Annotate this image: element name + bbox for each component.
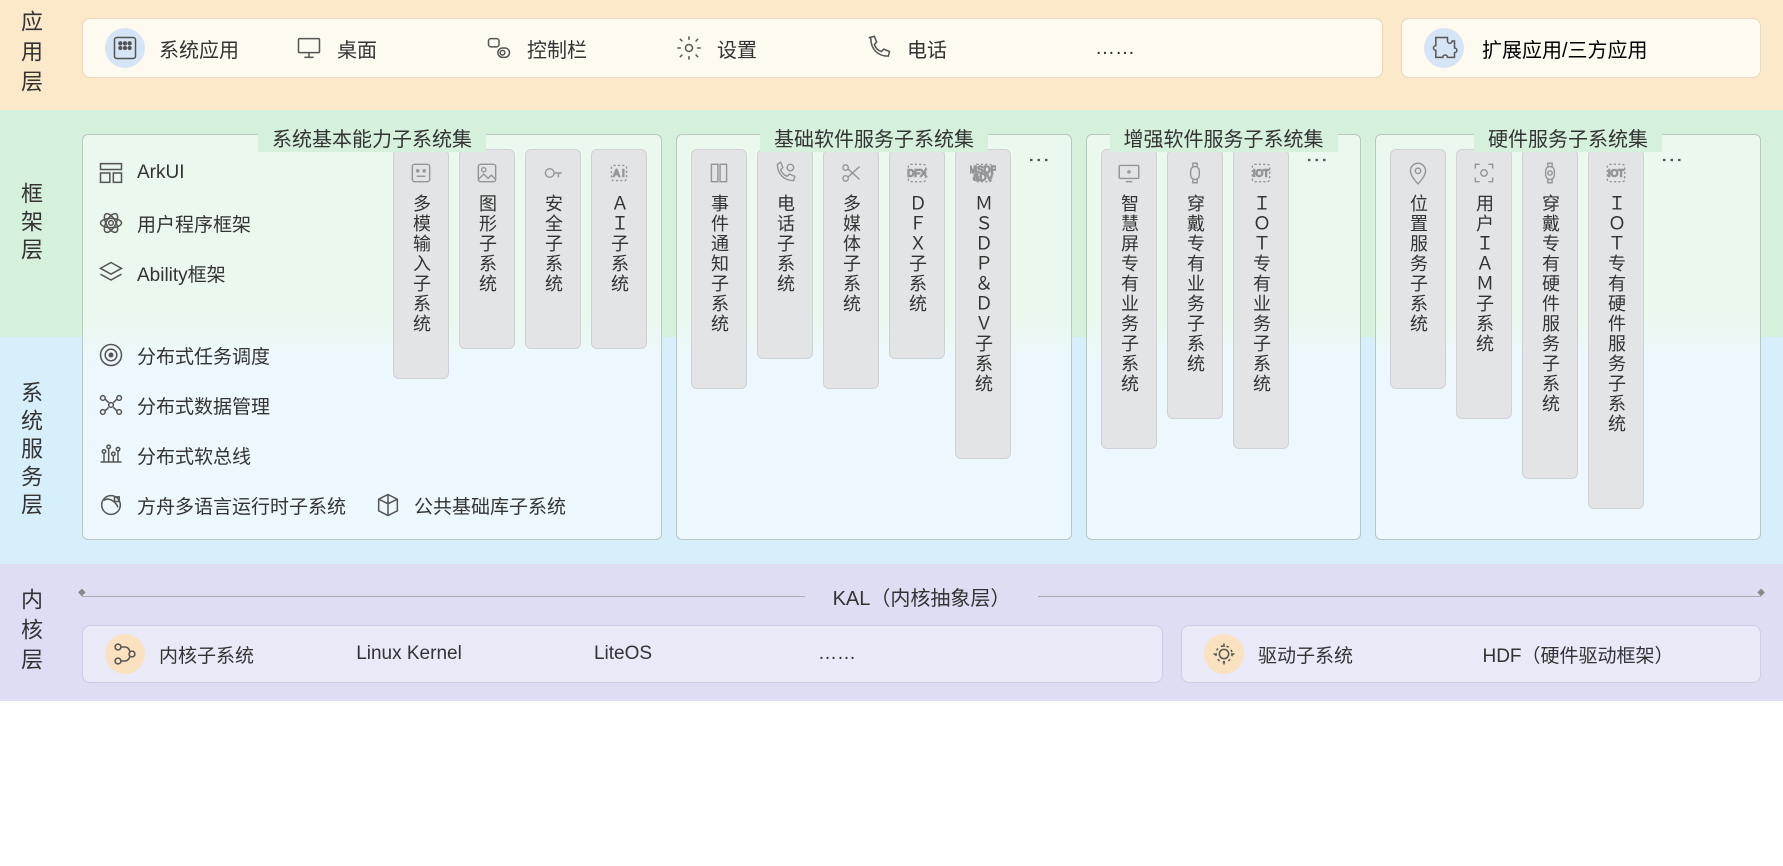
orbit-icon (97, 491, 125, 519)
arkui-item: ArkUI (97, 153, 379, 193)
graphics-card: 图形子系统 (459, 149, 515, 349)
image-icon (474, 160, 500, 186)
msdp-card: MSDP&DVＭＳＤＰ＆ＤＶ子系统 (955, 149, 1011, 459)
bus-icon (97, 441, 125, 469)
enhanced-more: ⋮ (1299, 149, 1335, 171)
iot-card: IOTＩＯＴ专有业务子系统 (1233, 149, 1289, 449)
base-software-group: 基础软件服务子系统集 事件通知子系统 电话子系统 多媒体子系统 DFXＤＦＸ子系… (676, 134, 1072, 540)
gear-icon (675, 34, 703, 62)
ai-icon: A I (606, 160, 632, 186)
wearable-hw-card: 穿戴专有硬件服务子系统 (1522, 149, 1578, 479)
driver-sub-item: 驱动子系统 (1204, 634, 1384, 674)
monitor-icon (295, 34, 323, 62)
target-icon (97, 341, 125, 369)
framework-layer-label: 框架层 (0, 110, 60, 337)
dfx-card: DFXＤＦＸ子系统 (889, 149, 945, 359)
app-layer-label: 应用层 (0, 0, 60, 110)
more-apps: …… (1055, 37, 1175, 60)
ability-framework-item: Ability框架 (97, 253, 379, 293)
svg-text:&DV: &DV (973, 173, 994, 184)
application-layer: 应用层 系统应用 桌面 控制栏 设置 (0, 0, 1783, 110)
security-card: 安全子系统 (525, 149, 581, 349)
input-icon (408, 160, 434, 186)
kernel-subsystem-box: 内核子系统 Linux Kernel LiteOS …… (82, 625, 1163, 683)
hdf-item: HDF（硬件驱动框架） (1418, 641, 1738, 668)
msdp-icon: MSDP&DV (970, 160, 996, 186)
location-card: 位置服务子系统 (1390, 149, 1446, 389)
scan-icon (1471, 160, 1497, 186)
kernel-more: …… (747, 643, 927, 665)
svg-text:IOT: IOT (1608, 168, 1624, 179)
atom-icon (97, 209, 125, 237)
phone-icon (865, 34, 893, 62)
system-apps-box: 系统应用 桌面 控制栏 设置 电话 (82, 18, 1383, 78)
framework-service-layers: 框架层 系统服务层 系统基本能力子系统集 ArkUI 用户程序框架 Abilit… (0, 110, 1783, 564)
base-sw-more: ⋮ (1021, 149, 1057, 171)
user-iam-card: 用户ＩＡＭ子系统 (1456, 149, 1512, 419)
multimedia-card: 多媒体子系统 (823, 149, 879, 389)
system-apps-label: 系统应用 (159, 34, 239, 63)
service-layer-label: 系统服务层 (0, 337, 60, 564)
wearable-card: 穿戴专有业务子系统 (1167, 149, 1223, 419)
control-icon (485, 34, 513, 62)
puzzle-icon (1424, 28, 1464, 68)
kernel-layer-label: 内核层 (0, 564, 60, 701)
liteos-item: LiteOS (533, 643, 713, 665)
pin-icon (1405, 160, 1431, 186)
iot-hw-card: IOTＩＯＴ专有硬件服务子系统 (1588, 149, 1644, 509)
hardware-service-group: 硬件服务子系统集 位置服务子系统 用户ＩＡＭ子系统 穿戴专有硬件服务子系统 IO… (1375, 134, 1761, 540)
ai-card: A IＡＩ子系统 (591, 149, 647, 349)
system-apps-item: 系统应用 (105, 28, 255, 68)
hardware-more: ⋮ (1654, 149, 1690, 171)
app-grid-icon (105, 28, 145, 68)
dist-sched-item: 分布式任务调度 (97, 335, 379, 375)
smart-screen-card: 智慧屏专有业务子系统 (1101, 149, 1157, 449)
basic-capability-group: 系统基本能力子系统集 ArkUI 用户程序框架 Ability框架 分布式任务调… (82, 134, 662, 540)
kernel-layer: 内核层 KAL（内核抽象层） 内核子系统 Linux Kernel LiteOS… (0, 564, 1783, 701)
phone-gear-icon (772, 160, 798, 186)
scissors-icon (838, 160, 864, 186)
extended-apps-box: 扩展应用/三方应用 (1401, 18, 1761, 78)
extended-apps-label: 扩展应用/三方应用 (1482, 34, 1648, 63)
phone-item: 电话 (865, 34, 1015, 63)
branch-icon (105, 634, 145, 674)
dfx-icon: DFX (904, 160, 930, 186)
dist-softbus-item: 分布式软总线 (97, 435, 379, 475)
iot-icon: IOT (1248, 160, 1274, 186)
kal-header: KAL（内核抽象层） (82, 582, 1761, 611)
tv-icon (1116, 160, 1142, 186)
svg-text:A I: A I (613, 168, 624, 179)
svg-text:IOT: IOT (1253, 168, 1269, 179)
telephony-card: 电话子系统 (757, 149, 813, 359)
desktop-item: 桌面 (295, 34, 445, 63)
nodes-icon (97, 391, 125, 419)
chip-icon (1204, 634, 1244, 674)
watch-hw-icon (1537, 160, 1563, 186)
enhanced-software-group: 增强软件服务子系统集 智慧屏专有业务子系统 穿戴专有业务子系统 IOTＩＯＴ专有… (1086, 134, 1361, 540)
ark-runtime-item: 方舟多语言运行时子系统 (97, 485, 346, 525)
watch-icon (1182, 160, 1208, 186)
linux-kernel-item: Linux Kernel (319, 643, 499, 665)
settings-item: 设置 (675, 34, 825, 63)
lock-icon (540, 160, 566, 186)
dist-data-item: 分布式数据管理 (97, 385, 379, 425)
event-card: 事件通知子系统 (691, 149, 747, 389)
driver-subsystem-box: 驱动子系统 HDF（硬件驱动框架） (1181, 625, 1761, 683)
book-icon (706, 160, 732, 186)
iot-hw-icon: IOT (1603, 160, 1629, 186)
control-bar-item: 控制栏 (485, 34, 635, 63)
layout-icon (97, 159, 125, 187)
multi-input-card: 多模输入子系统 (393, 149, 449, 379)
layers-icon (97, 259, 125, 287)
svg-text:DFX: DFX (907, 168, 927, 179)
user-framework-item: 用户程序框架 (97, 203, 379, 243)
kernel-sub-item: 内核子系统 (105, 634, 285, 674)
